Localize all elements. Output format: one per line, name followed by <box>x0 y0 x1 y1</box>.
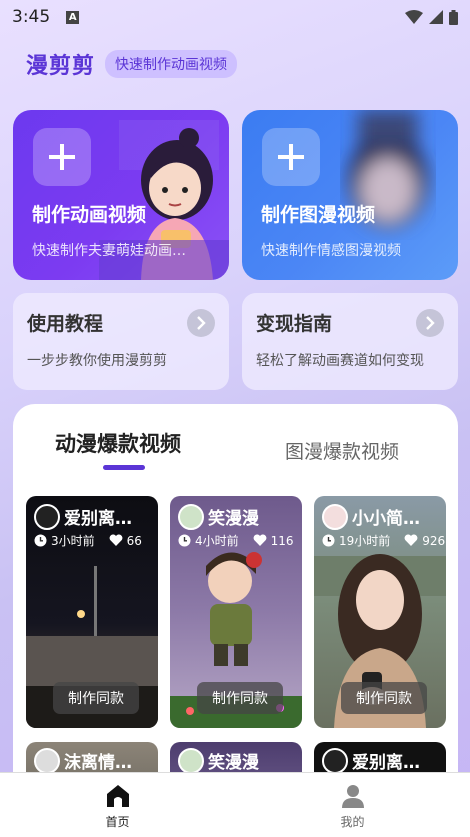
tutorial-subtitle: 一步步教你使用漫剪剪 <box>27 353 167 369</box>
avatar <box>322 504 348 530</box>
make-animation-subtitle: 快速制作夫妻萌娃动画… <box>32 243 186 259</box>
video-author: 笑漫漫 <box>208 509 259 529</box>
video-author: 爱别离… <box>64 509 132 529</box>
avatar <box>178 748 204 774</box>
notification-a-icon: A <box>66 10 80 24</box>
video-time: 19小时前 <box>339 534 391 548</box>
make-same-button[interactable]: 制作同款 <box>197 682 283 714</box>
home-icon <box>106 785 129 807</box>
make-comic-subtitle: 快速制作情感图漫视频 <box>261 243 401 259</box>
active-tab-indicator <box>103 465 145 470</box>
video-author: 笑漫漫 <box>208 753 259 773</box>
tab-comic-hot-videos[interactable]: 图漫爆款视频 <box>285 437 399 464</box>
video-meta: 3小时前 66 <box>34 532 142 549</box>
add-icon <box>33 128 91 186</box>
make-same-button[interactable]: 制作同款 <box>341 682 427 714</box>
video-likes: 116 <box>270 533 294 548</box>
chevron-right-icon <box>187 309 215 337</box>
wifi-icon <box>405 10 423 24</box>
status-indicators <box>405 9 458 25</box>
battery-icon <box>449 9 458 25</box>
tutorial-title: 使用教程 <box>27 313 104 335</box>
heart-icon <box>109 534 123 546</box>
chevron-right-icon <box>416 309 444 337</box>
user-icon <box>341 785 364 808</box>
monetize-guide-subtitle: 轻松了解动画赛道如何变现 <box>256 353 424 369</box>
heart-icon <box>404 534 418 546</box>
avatar <box>178 504 204 530</box>
avatar <box>322 748 348 774</box>
monetize-guide-title: 变现指南 <box>256 313 333 335</box>
app-header: 漫剪剪 快速制作动画视频 <box>26 48 238 80</box>
clock-icon <box>34 534 47 547</box>
video-author: 爱别离… <box>352 753 420 773</box>
app-tagline-badge: 快速制作动画视频 <box>105 50 238 78</box>
status-time: 3:45 <box>12 7 51 27</box>
video-card[interactable]: 小小简… 19小时前 9262 制作同款 <box>314 496 446 728</box>
signal-icon <box>429 10 443 24</box>
heart-icon <box>253 534 267 546</box>
nav-home-label: 首页 <box>105 815 130 829</box>
video-time: 4小时前 <box>195 534 239 548</box>
nav-home[interactable]: 首页 <box>0 773 235 837</box>
monetize-guide-card[interactable]: 变现指南 轻松了解动画赛道如何变现 <box>242 293 458 390</box>
make-animation-title: 制作动画视频 <box>32 204 147 226</box>
add-icon <box>262 128 320 186</box>
video-card[interactable]: 笑漫漫 4小时前 116 制作同款 <box>170 496 302 728</box>
video-meta: 19小时前 9262 <box>322 532 446 549</box>
make-same-button[interactable]: 制作同款 <box>53 682 139 714</box>
nav-mine-label: 我的 <box>340 815 365 829</box>
make-comic-card[interactable]: 制作图漫视频 快速制作情感图漫视频 <box>242 110 458 280</box>
video-card[interactable]: 爱别离… 3小时前 66 制作同款 <box>26 496 158 728</box>
nav-mine[interactable]: 我的 <box>235 773 470 837</box>
clock-icon <box>178 534 191 547</box>
video-likes: 9262 <box>422 533 446 548</box>
video-time: 3小时前 <box>51 534 95 548</box>
video-meta: 4小时前 116 <box>178 532 294 549</box>
bottom-nav: 首页 我的 <box>0 772 470 837</box>
avatar <box>34 748 60 774</box>
tab-anime-hot-videos[interactable]: 动漫爆款视频 <box>55 428 181 458</box>
make-comic-title: 制作图漫视频 <box>261 204 376 226</box>
make-animation-card[interactable]: 制作动画视频 快速制作夫妻萌娃动画… <box>13 110 229 280</box>
app-title: 漫剪剪 <box>26 54 96 79</box>
video-author: 小小简… <box>352 509 420 529</box>
clock-icon <box>322 534 335 547</box>
video-likes: 66 <box>126 533 142 548</box>
video-author: 沫离情… <box>64 753 132 773</box>
tutorial-card[interactable]: 使用教程 一步步教你使用漫剪剪 <box>13 293 229 390</box>
avatar <box>34 504 60 530</box>
status-bar: 3:45 A <box>0 0 470 34</box>
